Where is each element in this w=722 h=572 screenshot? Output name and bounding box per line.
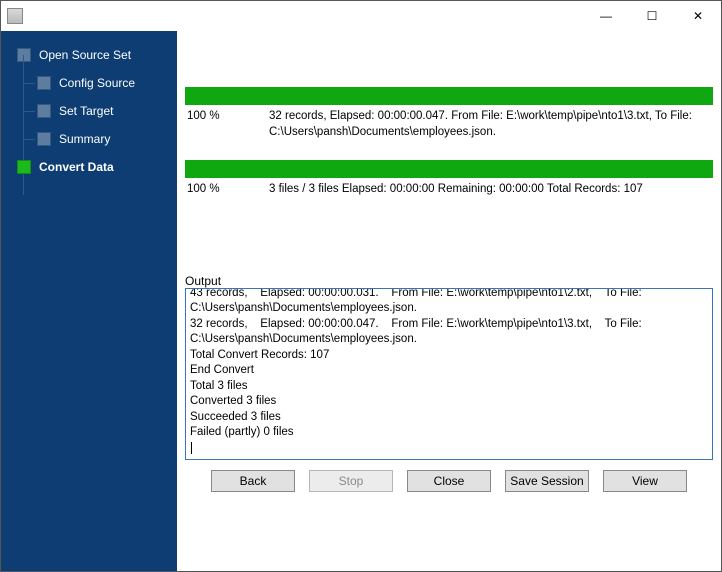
titlebar: — ☐ ✕ bbox=[1, 1, 721, 31]
step-box-icon bbox=[37, 132, 51, 146]
total-progress-section: 100 % 3 files / 3 files Elapsed: 00:00:0… bbox=[185, 160, 713, 218]
sidebar-item-open-source-set[interactable]: Open Source Set bbox=[1, 41, 177, 69]
close-button[interactable]: Close bbox=[407, 470, 491, 492]
sidebar-item-set-target[interactable]: Set Target bbox=[1, 97, 177, 125]
step-box-icon bbox=[17, 160, 31, 174]
main-panel: 100 % 32 records, Elapsed: 00:00:00.047.… bbox=[177, 31, 721, 571]
window-controls: — ☐ ✕ bbox=[583, 1, 721, 31]
step-box-icon bbox=[37, 104, 51, 118]
sidebar-item-label: Open Source Set bbox=[39, 48, 131, 62]
sidebar-item-summary[interactable]: Summary bbox=[1, 125, 177, 153]
sidebar-item-convert-data[interactable]: Convert Data bbox=[1, 153, 177, 181]
minimize-button[interactable]: — bbox=[583, 1, 629, 31]
sidebar: Open Source Set Config Source Set Target… bbox=[1, 31, 177, 571]
button-row: Back Stop Close Save Session View bbox=[185, 470, 713, 492]
step-box-icon bbox=[37, 76, 51, 90]
sidebar-item-label: Config Source bbox=[59, 76, 135, 90]
save-session-button[interactable]: Save Session bbox=[505, 470, 589, 492]
total-progress-bar bbox=[185, 160, 713, 178]
file-progress-detail: 32 records, Elapsed: 00:00:00.047. From … bbox=[269, 109, 713, 140]
maximize-button[interactable]: ☐ bbox=[629, 1, 675, 31]
total-progress-percent: 100 % bbox=[185, 182, 269, 198]
sidebar-item-label: Set Target bbox=[59, 104, 113, 118]
sidebar-item-label: Summary bbox=[59, 132, 110, 146]
file-progress-percent: 100 % bbox=[185, 109, 269, 140]
close-window-button[interactable]: ✕ bbox=[675, 1, 721, 31]
file-progress-section: 100 % 32 records, Elapsed: 00:00:00.047.… bbox=[185, 87, 713, 160]
back-button[interactable]: Back bbox=[211, 470, 295, 492]
output-textarea[interactable]: 43 records, Elapsed: 00:00:00.031. From … bbox=[185, 288, 713, 460]
stop-button[interactable]: Stop bbox=[309, 470, 393, 492]
sidebar-item-label: Convert Data bbox=[39, 160, 114, 174]
view-button[interactable]: View bbox=[603, 470, 687, 492]
step-box-icon bbox=[17, 48, 31, 62]
output-label: Output bbox=[185, 274, 713, 288]
file-progress-bar bbox=[185, 87, 713, 105]
app-icon bbox=[7, 8, 23, 24]
total-progress-detail: 3 files / 3 files Elapsed: 00:00:00 Rema… bbox=[269, 182, 713, 198]
sidebar-item-config-source[interactable]: Config Source bbox=[1, 69, 177, 97]
